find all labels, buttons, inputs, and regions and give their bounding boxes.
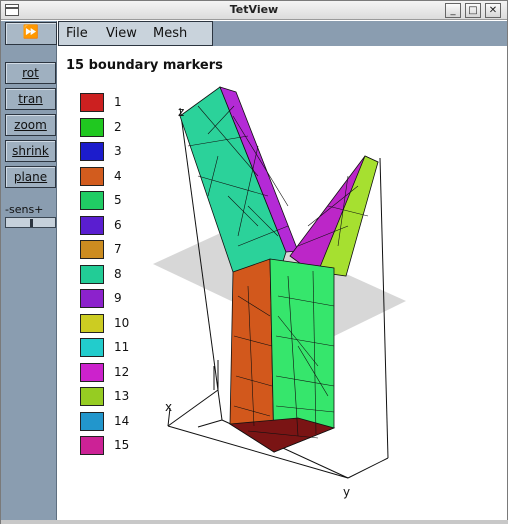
slider-knob[interactable] [30,219,33,227]
tran-button[interactable]: tran [5,88,56,110]
menu-bar-filler [213,21,507,46]
plane-button[interactable]: plane [5,166,56,188]
axis-y-label: y [343,485,350,499]
sensitivity-slider[interactable] [5,217,56,228]
menu-view[interactable]: View [106,26,137,41]
tetview-window: TetView _ □ ✕ ⏩ rot tran zoom shrink pla… [0,0,508,524]
window-title: TetView [229,3,279,16]
tool-panel: ⏩ rot tran zoom shrink plane -sens+ [1,21,57,523]
sensitivity-label: -sens+ [5,203,44,216]
axis-x-label: x [165,400,172,414]
title-bar[interactable]: TetView _ □ ✕ [1,1,507,20]
zoom-button[interactable]: zoom [5,114,56,136]
menu-file[interactable]: File [66,26,88,41]
window-bottom-border [1,520,508,524]
axis-z-label: z [178,105,184,119]
shrink-button[interactable]: shrink [5,140,56,162]
close-button[interactable]: ✕ [485,3,501,18]
mesh-canvas[interactable]: 15 boundary markers 1 2 3 4 5 6 7 8 9 10 11 12 13 14 1… [58,46,507,521]
fast-forward-button[interactable]: ⏩ [5,22,57,45]
mesh-view[interactable]: z x y [58,46,507,521]
menu-mesh[interactable]: Mesh [153,26,187,41]
minimize-button[interactable]: _ [445,3,461,18]
menu-bar: File View Mesh [58,21,213,46]
maximize-button[interactable]: □ [465,3,481,18]
rot-button[interactable]: rot [5,62,56,84]
